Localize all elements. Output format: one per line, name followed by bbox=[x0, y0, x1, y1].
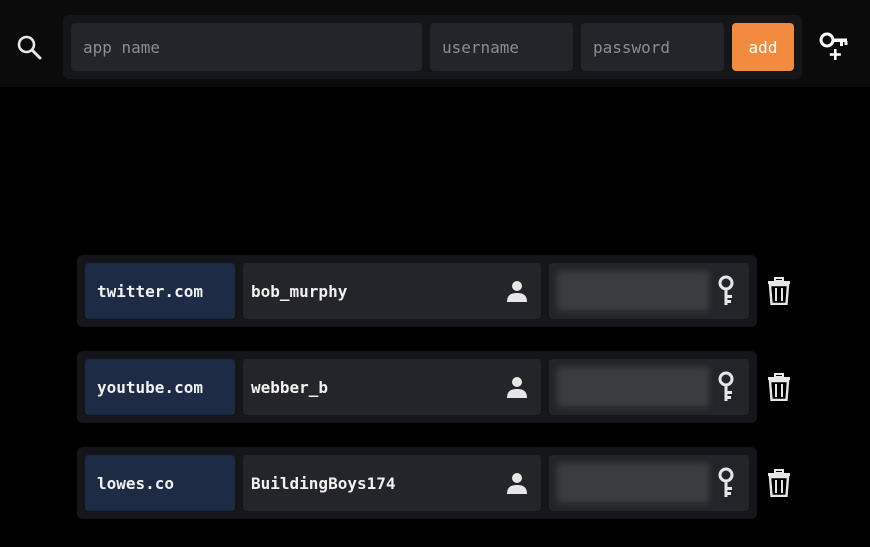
add-button[interactable]: add bbox=[732, 23, 794, 71]
list-item: youtube.com webber_b bbox=[77, 351, 757, 423]
user-icon[interactable] bbox=[505, 279, 529, 303]
list-item: lowes.co BuildingBoys174 bbox=[77, 447, 757, 519]
username-label: BuildingBoys174 bbox=[251, 473, 396, 493]
app-name-cell[interactable]: youtube.com bbox=[85, 359, 235, 415]
password-hidden bbox=[557, 367, 709, 407]
user-icon[interactable] bbox=[505, 375, 529, 399]
username-label: webber_b bbox=[251, 377, 329, 397]
add-entry-form: add bbox=[63, 15, 802, 79]
username-label: bob_murphy bbox=[251, 281, 348, 301]
username-cell[interactable]: webber_b bbox=[243, 359, 541, 415]
password-hidden bbox=[557, 463, 709, 503]
password-input[interactable] bbox=[581, 23, 724, 71]
username-cell[interactable]: bob_murphy bbox=[243, 263, 541, 319]
top-bar: add bbox=[0, 0, 870, 87]
key-icon[interactable] bbox=[715, 275, 737, 307]
search-icon[interactable] bbox=[14, 32, 44, 62]
username-input[interactable] bbox=[430, 23, 573, 71]
trash-icon[interactable] bbox=[767, 373, 791, 401]
user-icon[interactable] bbox=[505, 471, 529, 495]
password-cell bbox=[549, 455, 749, 511]
key-icon[interactable] bbox=[715, 371, 737, 403]
list-item: twitter.com bob_murphy bbox=[77, 255, 757, 327]
password-hidden bbox=[557, 271, 709, 311]
key-icon[interactable] bbox=[715, 467, 737, 499]
key-plus-icon[interactable] bbox=[818, 30, 850, 64]
app-name-cell[interactable]: twitter.com bbox=[85, 263, 235, 319]
username-cell[interactable]: BuildingBoys174 bbox=[243, 455, 541, 511]
password-cell bbox=[549, 359, 749, 415]
app-name-cell[interactable]: lowes.co bbox=[85, 455, 235, 511]
trash-icon[interactable] bbox=[767, 277, 791, 305]
password-cell bbox=[549, 263, 749, 319]
trash-icon[interactable] bbox=[767, 469, 791, 497]
app-name-input[interactable] bbox=[71, 23, 422, 71]
